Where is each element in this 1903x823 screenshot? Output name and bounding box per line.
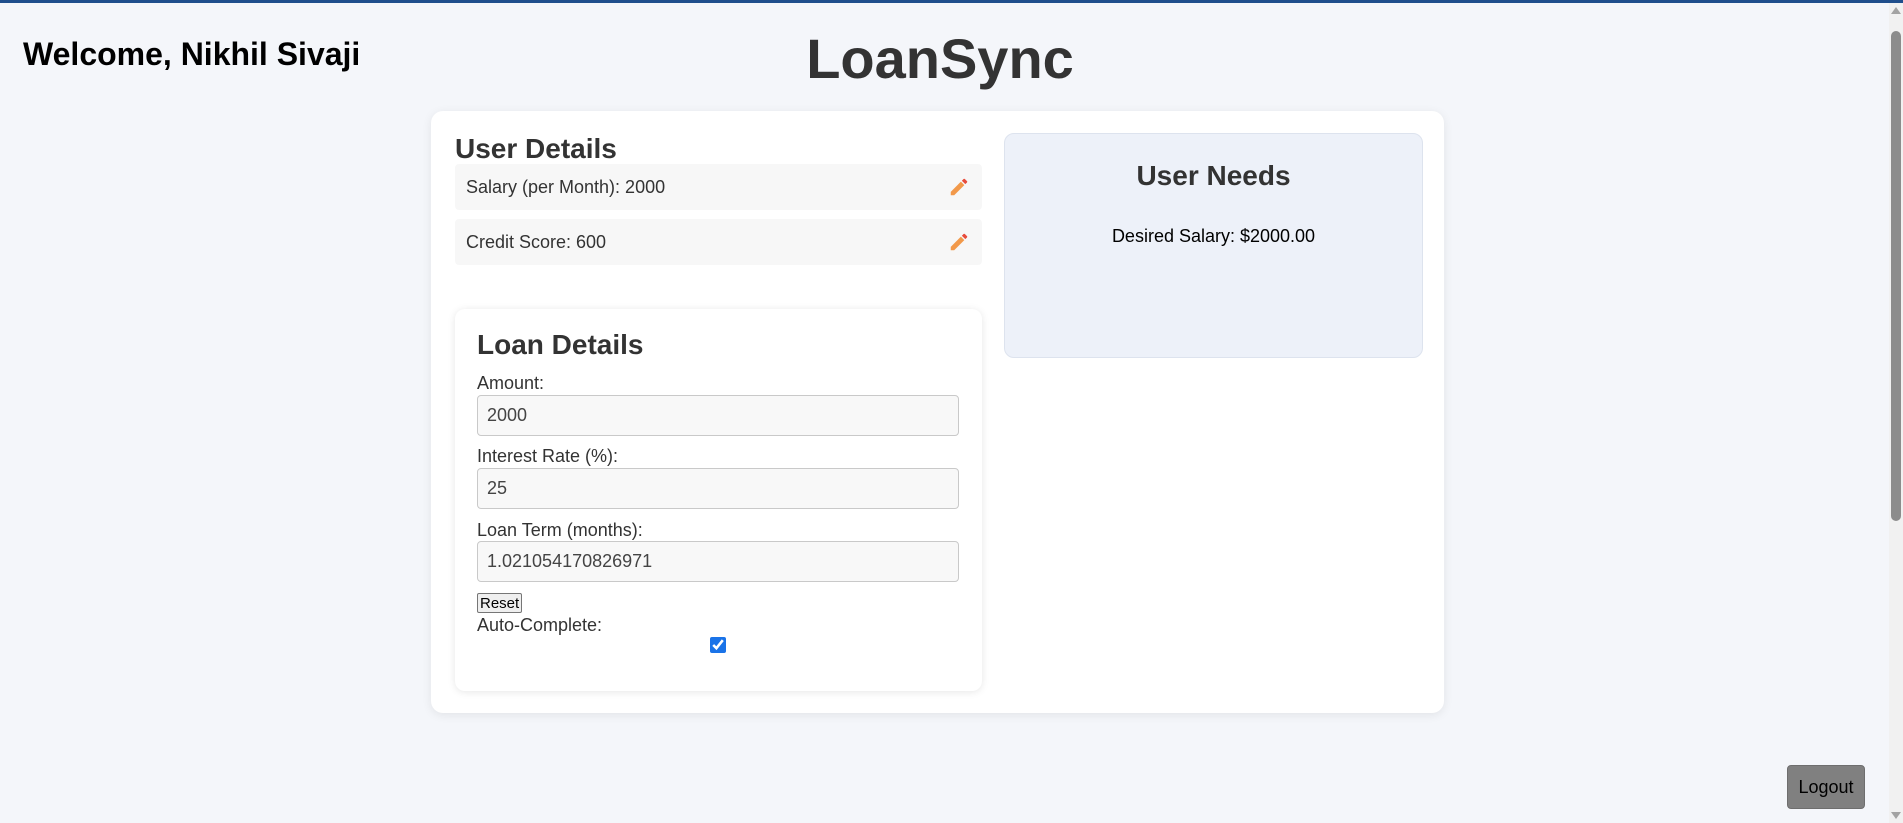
logout-button[interactable]: Logout: [1787, 765, 1865, 809]
loan-term-label: Loan Term (months):: [477, 520, 643, 540]
amount-label: Amount:: [477, 373, 545, 393]
salary-row: Salary (per Month): 2000: [455, 164, 982, 210]
pencil-icon[interactable]: [947, 175, 971, 199]
scroll-up-arrow-icon[interactable]: [1891, 7, 1901, 14]
scroll-thumb[interactable]: [1891, 31, 1901, 521]
amount-input[interactable]: [477, 395, 959, 436]
user-needs-card: User Needs Desired Salary: $2000.00: [1004, 133, 1423, 358]
app-title: LoanSync: [806, 27, 1074, 90]
credit-score-text: Credit Score: 600: [466, 231, 607, 252]
user-needs-title: User Needs: [1136, 160, 1291, 191]
interest-rate-label: Interest Rate (%):: [477, 446, 619, 466]
loan-details-title: Loan Details: [477, 329, 644, 360]
scroll-down-arrow-icon[interactable]: [1891, 812, 1901, 819]
main-card: User Details Salary (per Month): 2000 Cr…: [431, 111, 1444, 713]
auto-complete-checkbox[interactable]: [710, 637, 726, 653]
loan-details-card: Loan Details Amount: Interest Rate (%): …: [455, 309, 982, 691]
auto-complete-label: Auto-Complete:: [477, 615, 603, 635]
pencil-icon[interactable]: [947, 230, 971, 254]
vertical-scrollbar[interactable]: [1889, 3, 1903, 823]
user-details-title: User Details: [455, 133, 617, 164]
credit-score-row: Credit Score: 600: [455, 219, 982, 265]
top-accent-bar: [0, 0, 1903, 3]
loan-term-input[interactable]: [477, 541, 959, 582]
salary-text: Salary (per Month): 2000: [466, 176, 666, 197]
interest-rate-input[interactable]: [477, 468, 959, 509]
desired-salary-text: Desired Salary: $2000.00: [1111, 226, 1316, 246]
reset-button[interactable]: Reset: [477, 593, 523, 613]
